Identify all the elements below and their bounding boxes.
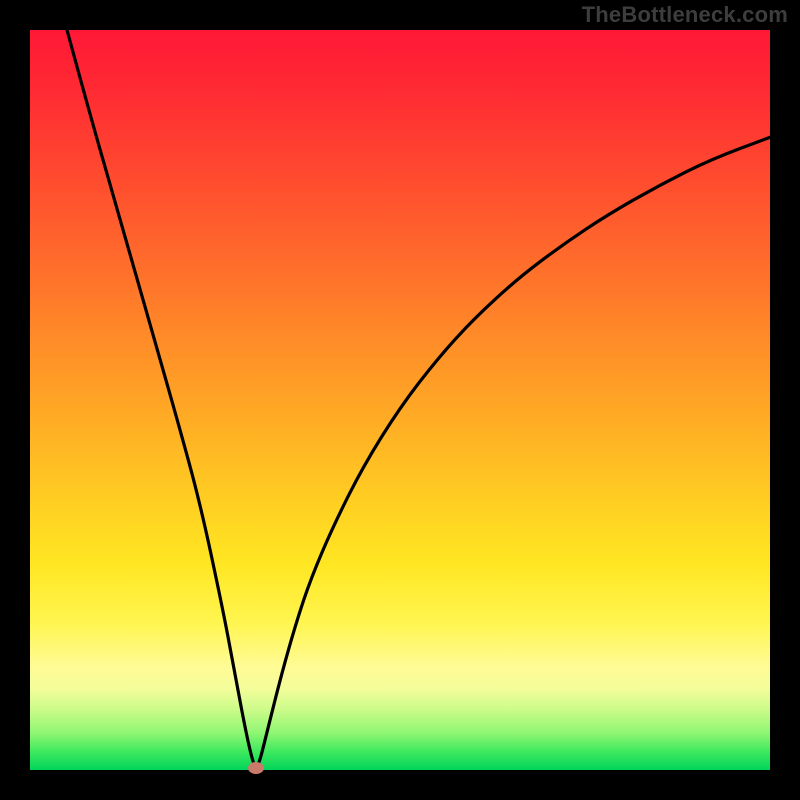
bottleneck-curve-path	[67, 30, 770, 766]
curve-svg	[30, 30, 770, 770]
minimum-marker	[248, 762, 264, 774]
chart-frame: TheBottleneck.com	[0, 0, 800, 800]
watermark-text: TheBottleneck.com	[582, 2, 788, 28]
plot-area	[30, 30, 770, 770]
